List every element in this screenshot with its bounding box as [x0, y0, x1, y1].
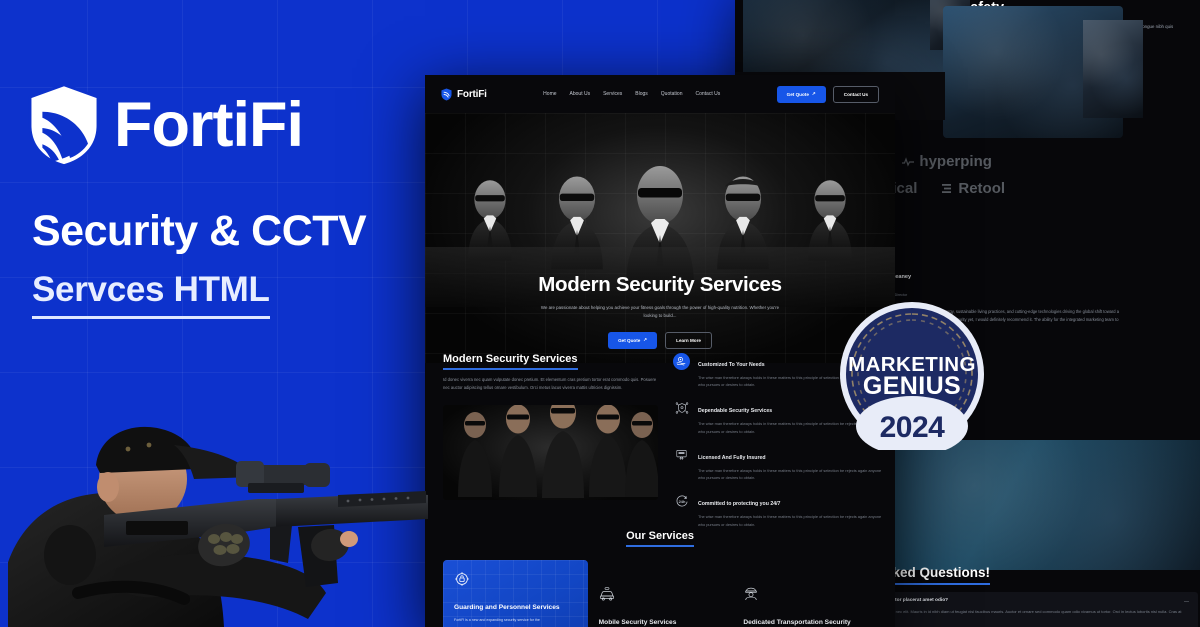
promo-tagline-secondary: Servces HTML [32, 270, 270, 319]
lock-target-icon [455, 572, 469, 586]
photo-security-team [443, 405, 658, 500]
feature-text: The wise man therefore always holds in t… [698, 514, 882, 527]
stack-icon [942, 184, 952, 193]
nav-link-services[interactable]: Services [603, 91, 622, 97]
24h-clock-icon: 24h [673, 492, 690, 509]
arrow-up-right-icon: ↗ [643, 337, 648, 343]
service-card-title: Dedicated Transportation Security [743, 619, 851, 626]
nav-brand-text: FortiFi [457, 88, 487, 100]
promo-brand-row: FortiFi [28, 82, 304, 168]
feature-title: Committed to protecting you 24/7 [698, 501, 781, 508]
feature-item[interactable]: 24h Committed to protecting you 24/7 The… [673, 492, 883, 527]
modern-section-heading: Modern Security Services [443, 353, 658, 370]
hero-get-quote-label: Get Quote [618, 337, 641, 343]
services-heading: Our Services [425, 530, 895, 547]
marketing-genius-badge: MARKETING GENIUS 2024 [838, 298, 986, 450]
nav-link-home[interactable]: Home [543, 91, 556, 97]
hand-gear-icon [673, 353, 690, 370]
arrow-up-right-icon: ↗ [811, 91, 816, 96]
badge-year: 2024 [880, 411, 946, 444]
nav-buttons: Get Quote ↗ Contact Us [776, 85, 879, 103]
hero-copy: Modern Security Services We are passiona… [425, 273, 895, 349]
promo-brand-name: FortiFi [114, 89, 304, 160]
feature-item[interactable]: Licensed And Fully Insured The wise man … [673, 446, 883, 481]
poster-stage: We can be trusted with your safety Non p… [0, 0, 1200, 627]
armed-officer-photo [8, 387, 438, 627]
photo-guard-portrait [1083, 20, 1143, 118]
feature-title: Customized To Your Needs [698, 362, 765, 368]
service-card-mobile[interactable]: Mobile Security Services [588, 560, 733, 627]
logo-hyperping-label: hyperping [919, 153, 992, 170]
service-card-text: FortiFi is a new and expanding security … [454, 617, 540, 622]
officer-badge-icon [745, 587, 758, 601]
services-heading-text: Our Services [626, 530, 694, 547]
minus-icon[interactable]: — [1184, 599, 1189, 605]
badge-line-2: GENIUS [863, 372, 961, 400]
feature-title: Licensed And Fully Insured [698, 454, 766, 461]
nav-link-about-us[interactable]: About Us [570, 91, 591, 97]
hero-get-quote-button[interactable]: Get Quote ↗ [608, 331, 658, 349]
hero-section: Modern Security Services We are passiona… [425, 113, 895, 363]
service-card-title: Mobile Security Services [598, 619, 677, 626]
shield-icon [441, 88, 452, 100]
security-team-illustration [458, 405, 658, 498]
pulse-icon [902, 156, 915, 167]
mockup-center-page: FortiFi Home About Us Services Blogs Quo… [425, 75, 895, 627]
services-grid: Guarding and Personnel Services FortiFi … [425, 560, 895, 627]
nav-link-blogs[interactable]: Blogs [635, 91, 648, 97]
logo-retool-label: Retool [958, 180, 1006, 197]
patrol-car-icon [599, 587, 614, 601]
nav-contact-us-button[interactable]: Contact Us [832, 85, 879, 103]
service-card-guarding[interactable]: Guarding and Personnel Services FortiFi … [443, 560, 588, 627]
svg-text:24h: 24h [678, 499, 685, 504]
nav-brand[interactable]: FortiFi [441, 88, 487, 101]
nav-get-quote-button[interactable]: Get Quote ↗ [776, 85, 826, 103]
promo-tagline-primary: Security & CCTV [32, 207, 367, 255]
nav-links: Home About Us Services Blogs Quotation C… [543, 91, 720, 97]
service-card-title: Guarding and Personnel Services [454, 604, 560, 611]
site-navbar: FortiFi Home About Us Services Blogs Quo… [425, 75, 895, 113]
logo-retool: Retool [941, 180, 1005, 197]
feature-title: Dependable Security Services [698, 408, 773, 415]
shield-network-icon [673, 399, 690, 416]
modern-section-heading-text: Modern Security Services [443, 353, 578, 370]
certificate-screen-icon [673, 446, 690, 463]
hero-buttons: Get Quote ↗ Learn More [425, 331, 895, 349]
nav-link-contact-us[interactable]: Contact Us [695, 91, 720, 97]
hero-learn-more-button[interactable]: Learn More [665, 331, 712, 349]
modern-section-paragraph: Id donec viverra nec quam vulputate done… [443, 377, 657, 390]
nav-link-quotation[interactable]: Quotation [661, 91, 683, 97]
service-card-transport[interactable]: Dedicated Transportation Security [732, 560, 877, 627]
nav-get-quote-label: Get Quote [786, 91, 809, 97]
hero-heading: Modern Security Services [538, 273, 782, 296]
shield-icon [28, 83, 100, 167]
armed-officer-illustration [8, 426, 428, 627]
logo-hyperping: hyperping [902, 153, 992, 170]
services-section: Our Services Guarding and Personnel Serv… [425, 530, 895, 627]
feature-text: The wise man therefore always holds in t… [698, 467, 882, 481]
photo-police-officers [875, 440, 1200, 570]
hero-paragraph: We are passionate about helping you achi… [540, 305, 780, 319]
badge-illustration: MARKETING GENIUS 2024 [840, 302, 984, 450]
